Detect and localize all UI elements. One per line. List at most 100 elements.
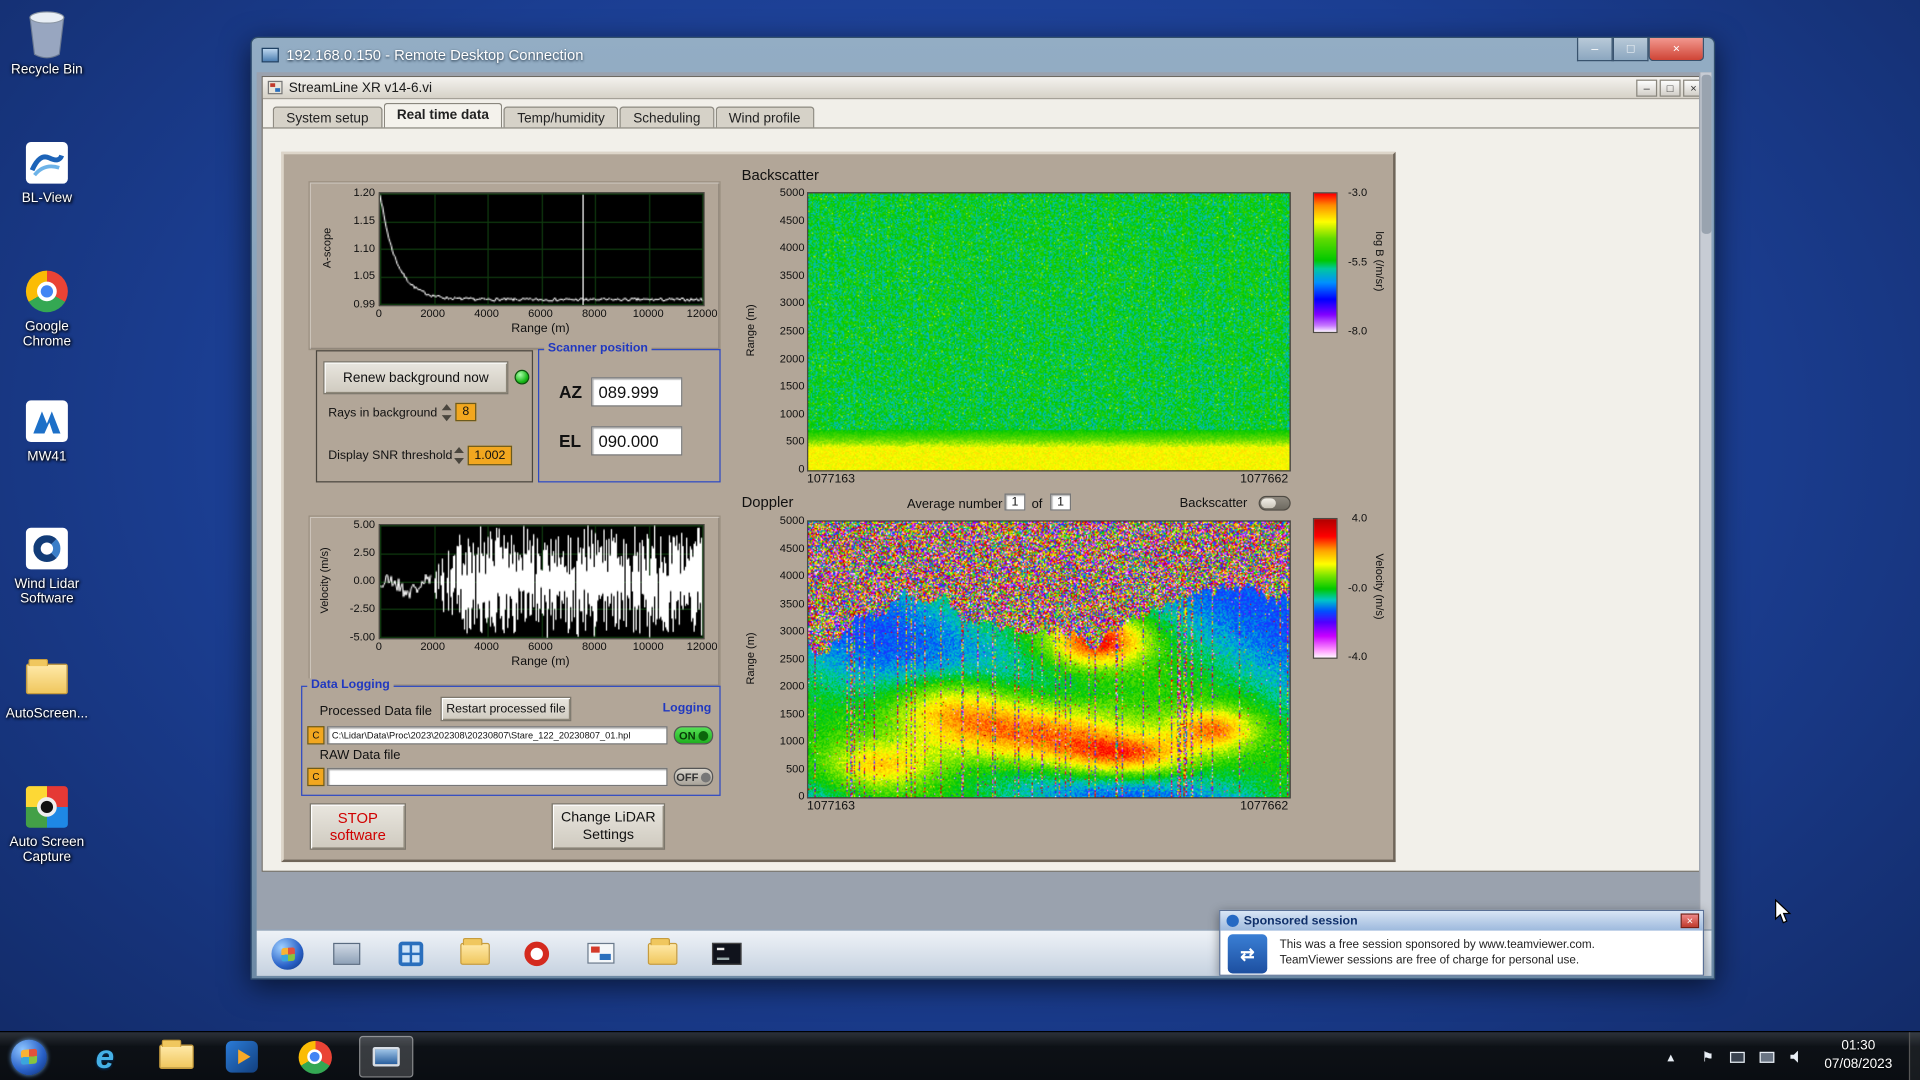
desktop-icon-auto-screen-capture[interactable]: Auto Screen Capture	[0, 782, 94, 864]
desktop-icon-label: Wind Lidar Software	[14, 576, 80, 607]
az-label: AZ	[558, 382, 583, 402]
remote-desktop-icon	[372, 1046, 400, 1067]
taskbar-clock[interactable]: 01:30 07/08/2023	[1814, 1037, 1903, 1074]
display-icon[interactable]	[1757, 1047, 1777, 1067]
processed-drive-badge: C	[307, 726, 325, 745]
data-logging-group: Data Logging Processed Data file Restart…	[301, 678, 721, 796]
tick-label: 2.50	[353, 546, 376, 559]
show-desktop-button[interactable]	[1908, 1032, 1920, 1080]
rdp-window: 192.168.0.150 - Remote Desktop Connectio…	[250, 36, 1716, 980]
tick-label: -2.50	[349, 602, 376, 615]
data-logging-title: Data Logging	[307, 678, 394, 692]
desktop-icon-wind-lidar[interactable]: Wind Lidar Software	[0, 524, 94, 606]
popup-title-bar[interactable]: Sponsored session	[1220, 911, 1703, 931]
remote-taskbar-icon-3[interactable]	[454, 936, 496, 972]
rays-in-background-value[interactable]: 8	[455, 402, 477, 422]
processed-path-field[interactable]: C:\Lidar\Data\Proc\2023\202308\20230807\…	[326, 726, 668, 745]
app-window-icon	[333, 942, 361, 965]
desktop-icon-label: Google Chrome	[22, 319, 72, 349]
rdp-close-button[interactable]: ×	[1648, 37, 1705, 62]
chrome-icon	[297, 1040, 332, 1074]
remote-taskbar-icon-7[interactable]	[706, 936, 748, 972]
rays-in-background-label: Rays in background	[328, 406, 438, 421]
tab-wind-profile[interactable]: Wind profile	[715, 106, 814, 129]
rays-spinner[interactable]	[441, 404, 453, 422]
tick-label: 3500	[779, 269, 805, 282]
teamviewer-sponsored-popup: Sponsored session × ⇄ This was a free se…	[1219, 909, 1705, 976]
el-label: EL	[558, 431, 582, 451]
remote-start-button[interactable]	[271, 937, 304, 970]
chrome-icon	[0, 267, 94, 316]
desktop-icon-recycle-bin[interactable]: Recycle Bin	[0, 10, 94, 77]
processed-logging-on-switch[interactable]: ON	[673, 726, 714, 745]
app-minimize-button[interactable]: –	[1636, 79, 1658, 97]
stop-software-button[interactable]: STOP software	[309, 803, 406, 850]
velocity-plot	[378, 524, 705, 640]
desktop-icon-autoscreen[interactable]: AutoScreen...	[0, 654, 94, 721]
average-number-label: Average number	[906, 497, 1003, 512]
tick-label: 4000	[779, 241, 805, 254]
action-center-icon[interactable]: ⚑	[1698, 1047, 1718, 1067]
change-lidar-settings-button[interactable]: Change LiDAR Settings	[551, 803, 666, 850]
desktop-icon-label: AutoScreen...	[5, 706, 89, 722]
raw-logging-off-switch[interactable]: OFF	[673, 767, 714, 787]
rdp-taskbar-button-active[interactable]	[359, 1035, 414, 1078]
file-explorer-button[interactable]	[155, 1037, 197, 1076]
app-title-bar[interactable]: StreamLine XR v14-6.vi	[262, 77, 1708, 100]
rdp-vertical-scrollbar[interactable]	[1699, 72, 1712, 930]
start-button[interactable]	[7, 1037, 49, 1076]
snr-threshold-label: Display SNR threshold	[328, 449, 453, 463]
popup-close-button[interactable]: ×	[1680, 913, 1700, 929]
snr-spinner[interactable]	[454, 446, 465, 465]
network-icon[interactable]	[1728, 1047, 1748, 1067]
tab-real-time-data[interactable]: Real time data	[383, 102, 503, 129]
az-value-field[interactable]: 089.999	[591, 377, 683, 407]
internet-explorer-button[interactable]: e	[84, 1037, 126, 1076]
chrome-button[interactable]	[294, 1037, 336, 1076]
tick-label: 1000	[779, 734, 805, 747]
tick-label: 2500	[779, 324, 805, 337]
remote-taskbar-icon-4[interactable]	[516, 936, 558, 972]
app-maximize-button[interactable]: □	[1659, 79, 1681, 97]
processed-data-file-label: Processed Data file	[319, 704, 432, 719]
tick-label: -3.0	[1348, 186, 1368, 199]
remote-taskbar-icon-1[interactable]	[326, 936, 368, 972]
backscatter-colorbar-label: log B (/m/sr)	[1373, 231, 1386, 292]
ascope-y-axis-label: A-scope	[320, 227, 334, 269]
media-player-button[interactable]	[221, 1037, 263, 1076]
snr-threshold-value[interactable]: 1.002	[467, 445, 513, 466]
average-total-field[interactable]: 1	[1050, 493, 1072, 511]
tick-label: 1000	[779, 407, 805, 420]
raw-path-field[interactable]	[326, 767, 668, 787]
renew-background-button[interactable]: Renew background now	[323, 361, 509, 395]
restart-processed-file-button[interactable]: Restart processed file	[440, 696, 572, 722]
remote-taskbar-icon-5[interactable]	[580, 936, 622, 972]
tick-label: 1500	[779, 379, 805, 393]
ascope-x-ticks: 0 2000 4000 6000 8000 10000 12000	[375, 307, 718, 320]
rdp-scrollbar-thumb[interactable]	[1701, 74, 1712, 234]
average-number-field[interactable]: 1	[1004, 493, 1026, 511]
tick-label: 0	[375, 307, 382, 320]
desktop-icon-mw41[interactable]: MW41	[0, 397, 94, 464]
desktop-icon-google-chrome[interactable]: Google Chrome	[0, 267, 94, 349]
desktop-icon-bl-view[interactable]: BL-View	[0, 138, 94, 206]
backscatter-heatmap	[806, 192, 1291, 472]
tab-scheduling[interactable]: Scheduling	[619, 106, 714, 129]
tab-system-setup[interactable]: System setup	[272, 106, 383, 129]
windows-flag-icon	[280, 946, 295, 962]
remote-taskbar-icon-6[interactable]	[642, 936, 684, 972]
el-value-field[interactable]: 090.000	[591, 426, 683, 456]
rdp-title-bar[interactable]: 192.168.0.150 - Remote Desktop Connectio…	[252, 38, 1714, 72]
backscatter-toggle[interactable]	[1258, 495, 1291, 511]
rdp-maximize-button[interactable]: □	[1612, 37, 1649, 62]
volume-icon[interactable]	[1787, 1047, 1807, 1067]
screen-capture-icon	[587, 942, 615, 964]
tick-label: 500	[785, 435, 805, 448]
doppler-colorbar-ticks: 4.0 -0.0 -4.0	[1340, 512, 1367, 663]
rdp-minimize-button[interactable]: –	[1576, 37, 1613, 62]
remote-taskbar-icon-2[interactable]	[390, 936, 432, 972]
tab-temp-humidity[interactable]: Temp/humidity	[503, 106, 619, 129]
tray-overflow-chevron[interactable]: ▴	[1661, 1047, 1681, 1067]
windows-flag-icon	[20, 1048, 37, 1065]
tick-label: 0	[798, 462, 805, 476]
